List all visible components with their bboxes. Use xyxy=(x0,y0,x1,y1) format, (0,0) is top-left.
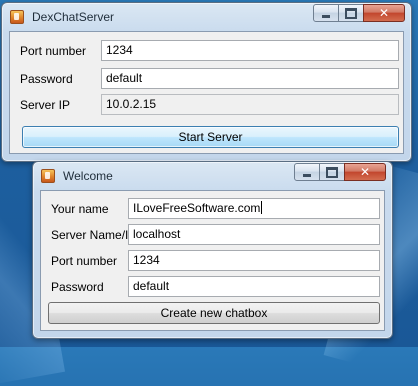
password-field[interactable]: default xyxy=(128,276,380,297)
welcome-close-button[interactable]: ✕ xyxy=(344,163,386,181)
your-name-field[interactable]: ILoveFreeSoftware.com xyxy=(128,198,380,219)
welcome-minimize-button[interactable] xyxy=(294,163,320,181)
welcome-maximize-button[interactable] xyxy=(319,163,345,181)
server-name-row: Server Name/IP localhost xyxy=(41,223,384,247)
port-number-label: Port number xyxy=(51,254,118,268)
close-icon: ✕ xyxy=(378,6,390,20)
password-label: Password xyxy=(51,280,104,294)
server-name-label: Server Name/IP xyxy=(51,228,137,242)
welcome-password-row: Password default xyxy=(41,275,384,299)
server-window-controls: ✕ xyxy=(313,4,405,22)
port-number-field[interactable]: 1234 xyxy=(128,250,380,271)
server-name-field[interactable]: localhost xyxy=(128,224,380,245)
server-window-title: DexChatServer xyxy=(32,10,115,24)
create-chatbox-button[interactable]: Create new chatbox xyxy=(48,302,380,324)
welcome-port-row: Port number 1234 xyxy=(41,249,384,273)
server-ip-row: Server IP 10.0.2.15 xyxy=(10,93,403,117)
start-server-button[interactable]: Start Server xyxy=(22,126,399,148)
your-name-row: Your name ILoveFreeSoftware.com xyxy=(41,197,384,221)
port-number-label: Port number xyxy=(20,44,87,58)
welcome-window-title: Welcome xyxy=(63,169,113,183)
server-window-content: Port number 1234 Password default Server… xyxy=(9,31,404,154)
welcome-window-content: Your name ILoveFreeSoftware.com Server N… xyxy=(40,190,385,331)
server-window-titlebar[interactable]: DexChatServer ✕ xyxy=(2,3,411,31)
server-close-button[interactable]: ✕ xyxy=(363,4,405,22)
server-ip-label: Server IP xyxy=(20,98,71,112)
welcome-window-controls: ✕ xyxy=(294,163,386,181)
minimize-icon xyxy=(322,14,330,18)
maximize-icon xyxy=(326,166,338,178)
server-maximize-button[interactable] xyxy=(338,4,364,22)
server-window: DexChatServer ✕ Port number 1234 Passwor… xyxy=(1,2,412,162)
minimize-icon xyxy=(303,173,311,177)
java-app-icon xyxy=(41,169,55,183)
maximize-icon xyxy=(345,7,357,19)
password-field[interactable]: default xyxy=(101,68,399,89)
your-name-value: ILoveFreeSoftware.com xyxy=(133,201,261,215)
close-icon: ✕ xyxy=(359,165,371,179)
your-name-label: Your name xyxy=(51,202,109,216)
server-password-row: Password default xyxy=(10,67,403,91)
java-app-icon xyxy=(10,10,24,24)
welcome-window: Welcome ✕ Your name ILoveFreeSoftware.co… xyxy=(32,161,393,339)
server-port-row: Port number 1234 xyxy=(10,39,403,63)
text-caret xyxy=(261,201,263,214)
password-label: Password xyxy=(20,72,73,86)
server-minimize-button[interactable] xyxy=(313,4,339,22)
welcome-window-titlebar[interactable]: Welcome ✕ xyxy=(33,162,392,190)
port-number-field[interactable]: 1234 xyxy=(101,40,399,61)
server-ip-field: 10.0.2.15 xyxy=(101,94,399,115)
